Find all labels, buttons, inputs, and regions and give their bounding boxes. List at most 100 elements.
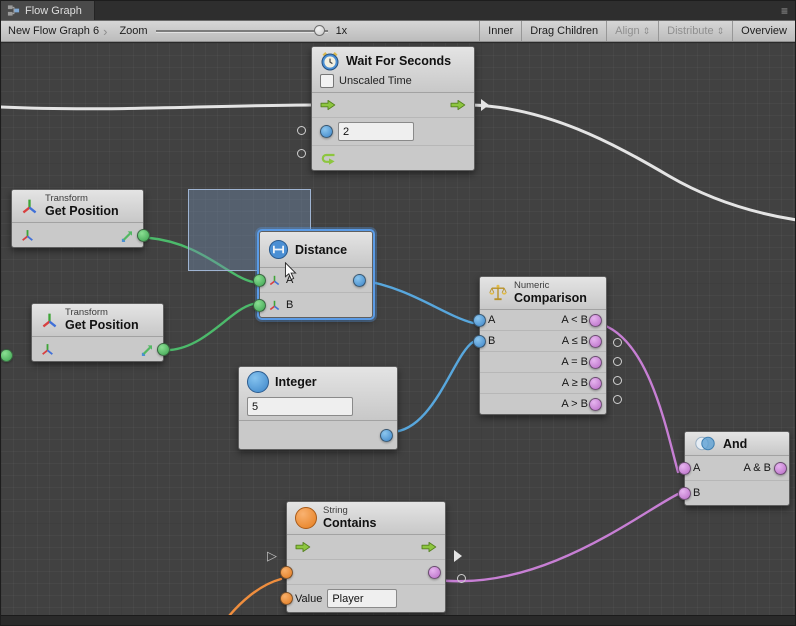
a-gte-b-port[interactable] xyxy=(589,377,602,390)
node-string-contains[interactable]: String Contains Value xyxy=(286,501,446,613)
flow-in-port-icon[interactable] xyxy=(320,99,336,111)
node-category: Transform xyxy=(65,308,139,318)
unscaled-time-checkbox[interactable]: Unscaled Time xyxy=(320,74,466,88)
zoom-slider-handle[interactable] xyxy=(314,25,325,36)
seconds-row xyxy=(312,117,474,145)
wire-number-integer xyxy=(389,342,473,432)
venn-icon xyxy=(693,436,717,451)
comparison-input-b-port[interactable] xyxy=(473,335,486,348)
zoom-label: Zoom xyxy=(117,25,155,37)
and-output-port[interactable] xyxy=(774,462,787,475)
value-input[interactable] xyxy=(327,589,397,608)
input-a-label: A xyxy=(488,314,495,326)
unconnected-ring[interactable] xyxy=(613,395,622,404)
unconnected-ring[interactable] xyxy=(613,357,622,366)
a-lte-b-port[interactable] xyxy=(589,335,602,348)
node-category: Transform xyxy=(45,194,119,204)
vector-icon xyxy=(268,299,281,312)
return-flow-port-icon[interactable] xyxy=(320,152,336,165)
flow-out-port-icon[interactable] xyxy=(421,541,437,553)
and-input-a-port[interactable] xyxy=(678,462,691,475)
wire-vector-bottom xyxy=(170,304,253,350)
integer-value-input[interactable] xyxy=(247,397,353,416)
overview-button[interactable]: Overview xyxy=(732,21,795,41)
node-integer[interactable]: Integer xyxy=(238,366,398,450)
distance-input-b-port[interactable] xyxy=(253,299,266,312)
unconnected-ring[interactable] xyxy=(297,126,306,135)
position-output-port[interactable] xyxy=(137,229,150,242)
node-numeric-comparison[interactable]: Numeric Comparison A A < B B A ≤ B A = B xyxy=(479,276,607,415)
flow-entry-hollow-arrow-icon: ▷ xyxy=(267,549,277,562)
flow-row xyxy=(312,93,474,117)
flow-wire-arrow-icon xyxy=(454,550,462,562)
wire-number-distance xyxy=(361,280,473,323)
transform-gizmo-icon xyxy=(40,311,59,330)
mouse-cursor xyxy=(284,262,297,282)
distribute-button[interactable]: Distribute⇕ xyxy=(658,21,732,41)
transform-input-icon[interactable] xyxy=(20,228,35,243)
tab-flow-graph[interactable]: Flow Graph xyxy=(1,1,95,20)
integer-icon xyxy=(247,371,269,393)
distance-output-port[interactable] xyxy=(353,274,366,287)
a-eq-b-port[interactable] xyxy=(589,356,602,369)
value-label: Value xyxy=(295,593,322,605)
input-b-label: B xyxy=(286,299,293,311)
string-target-port[interactable] xyxy=(280,566,293,579)
flow-out-port-icon[interactable] xyxy=(450,99,466,111)
node-distance[interactable]: Distance A B xyxy=(259,231,373,318)
node-title: Get Position xyxy=(45,204,119,218)
vector-icon xyxy=(268,274,281,287)
zoom-value: 1x xyxy=(328,25,358,37)
window-menu-icon[interactable]: ≡ xyxy=(781,4,788,18)
graph-canvas[interactable]: Wait For Seconds Unscaled Time xyxy=(1,42,795,615)
node-title: Comparison xyxy=(514,291,587,305)
checkbox-box[interactable] xyxy=(320,74,334,88)
inner-button[interactable]: Inner xyxy=(479,21,521,41)
zoom-slider[interactable] xyxy=(156,21,328,41)
distribute-dropdown-icon: ⇕ xyxy=(717,27,725,36)
node-get-position-bottom[interactable]: Transform Get Position xyxy=(31,303,164,362)
align-button[interactable]: Align⇕ xyxy=(606,21,658,41)
distance-input-a-port[interactable] xyxy=(253,274,266,287)
vector-output-icon xyxy=(140,342,155,357)
node-wait-for-seconds[interactable]: Wait For Seconds Unscaled Time xyxy=(311,46,475,171)
seconds-port[interactable] xyxy=(320,125,333,138)
breadcrumb[interactable]: New Flow Graph 6 xyxy=(1,25,103,37)
node-title: Wait For Seconds xyxy=(346,54,451,68)
unconnected-ring[interactable] xyxy=(457,574,466,583)
bottom-strip xyxy=(1,615,795,625)
node-get-position-top[interactable]: Transform Get Position xyxy=(11,189,144,248)
checkbox-label: Unscaled Time xyxy=(339,75,412,87)
a-gt-b-port[interactable] xyxy=(589,398,602,411)
input-a-label: A xyxy=(693,462,700,474)
wire-boolean-contains xyxy=(437,494,678,581)
node-title: Distance xyxy=(295,243,347,257)
stray-vector-port[interactable] xyxy=(1,349,13,362)
unconnected-ring[interactable] xyxy=(297,149,306,158)
contains-output-port[interactable] xyxy=(428,566,441,579)
comparison-input-a-port[interactable] xyxy=(473,314,486,327)
and-input-b-port[interactable] xyxy=(678,487,691,500)
input-b-label: B xyxy=(693,487,700,499)
flow-graph-window: Flow Graph ≡ New Flow Graph 6 › Zoom 1x … xyxy=(0,0,796,626)
unconnected-ring[interactable] xyxy=(613,376,622,385)
node-category: String xyxy=(323,506,376,516)
window-title: Flow Graph xyxy=(25,5,82,17)
align-dropdown-icon: ⇕ xyxy=(643,27,651,36)
seconds-input[interactable] xyxy=(338,122,414,141)
unconnected-ring[interactable] xyxy=(613,338,622,347)
drag-children-button[interactable]: Drag Children xyxy=(521,21,606,41)
a-lt-b-port[interactable] xyxy=(589,314,602,327)
integer-output-port[interactable] xyxy=(380,429,393,442)
node-and[interactable]: And A A & B B xyxy=(684,431,790,506)
breadcrumb-chevron-icon: › xyxy=(103,24,117,39)
input-b-label: B xyxy=(488,335,495,347)
graph-toolbar: New Flow Graph 6 › Zoom 1x Inner Drag Ch… xyxy=(1,20,795,42)
transform-gizmo-icon xyxy=(20,197,39,216)
value-input-port[interactable] xyxy=(280,592,293,605)
node-title: Get Position xyxy=(65,318,139,332)
position-output-port[interactable] xyxy=(157,343,170,356)
transform-input-icon[interactable] xyxy=(40,342,55,357)
flow-in-port-icon[interactable] xyxy=(295,541,311,553)
flow-row xyxy=(287,535,445,559)
